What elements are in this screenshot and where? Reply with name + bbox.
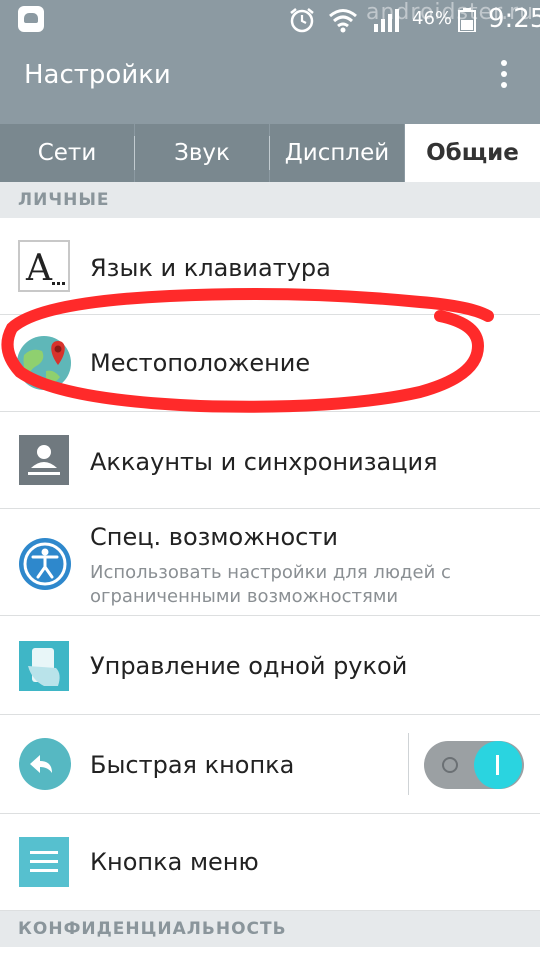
item-label: Управление одной рукой	[90, 652, 408, 680]
accounts-sync-icon	[19, 435, 69, 485]
svg-text:A: A	[25, 248, 53, 289]
tab-sound[interactable]: Звук	[135, 124, 269, 182]
section-title: КОНФИДЕНЦИАЛЬНОСТЬ	[18, 919, 287, 939]
language-keyboard-icon: A	[18, 240, 70, 292]
wifi-icon	[329, 9, 357, 33]
section-header-personal: ЛИЧНЫЕ	[0, 182, 540, 218]
toggle-divider	[408, 733, 409, 795]
item-label: Аккаунты и синхронизация	[90, 448, 438, 476]
overflow-menu-icon[interactable]	[494, 56, 514, 96]
page-title: Настройки	[24, 60, 171, 90]
settings-item-accessibility[interactable]: Спец. возможности Использовать настройки…	[0, 509, 540, 616]
app-bar: Настройки	[0, 40, 540, 112]
battery-percent: 46%	[412, 8, 453, 29]
settings-item-quick-button[interactable]: Быстрая кнопка	[0, 715, 540, 814]
tab-general[interactable]: Общие	[405, 124, 540, 182]
settings-item-accounts[interactable]: Аккаунты и синхронизация	[0, 412, 540, 509]
quick-button-icon	[19, 738, 71, 790]
item-subtitle: Использовать настройки для людей с огран…	[90, 562, 451, 607]
accessibility-icon	[19, 538, 71, 590]
item-label: Спец. возможности	[90, 523, 338, 551]
notification-icon	[18, 6, 44, 32]
status-bar: androidster.ru 46% 9:25	[0, 0, 540, 40]
settings-item-one-hand[interactable]: Управление одной рукой	[0, 616, 540, 715]
battery-icon	[458, 8, 476, 32]
item-label: Местоположение	[90, 349, 311, 377]
quick-button-toggle[interactable]	[424, 741, 524, 789]
tab-display[interactable]: Дисплей	[270, 124, 404, 182]
menu-button-icon	[19, 837, 69, 887]
toggle-knob	[474, 741, 522, 789]
item-label: Язык и клавиатура	[90, 254, 331, 282]
tab-bar: Сети Звук Дисплей Общие	[0, 112, 540, 182]
alarm-icon	[290, 8, 314, 33]
toggle-off-mark	[442, 757, 458, 773]
settings-item-menu-button[interactable]: Кнопка меню	[0, 814, 540, 911]
settings-item-language[interactable]: A Язык и клавиатура	[0, 218, 540, 315]
clock: 9:25	[488, 4, 540, 34]
item-label: Быстрая кнопка	[90, 751, 295, 779]
signal-icon	[374, 9, 399, 32]
tab-networks[interactable]: Сети	[0, 124, 134, 182]
section-title: ЛИЧНЫЕ	[18, 190, 110, 210]
item-label: Кнопка меню	[90, 848, 259, 876]
one-hand-icon	[19, 641, 69, 691]
section-header-privacy: КОНФИДЕНЦИАЛЬНОСТЬ	[0, 911, 540, 947]
settings-item-location[interactable]: Местоположение	[0, 315, 540, 412]
location-icon	[17, 336, 71, 390]
